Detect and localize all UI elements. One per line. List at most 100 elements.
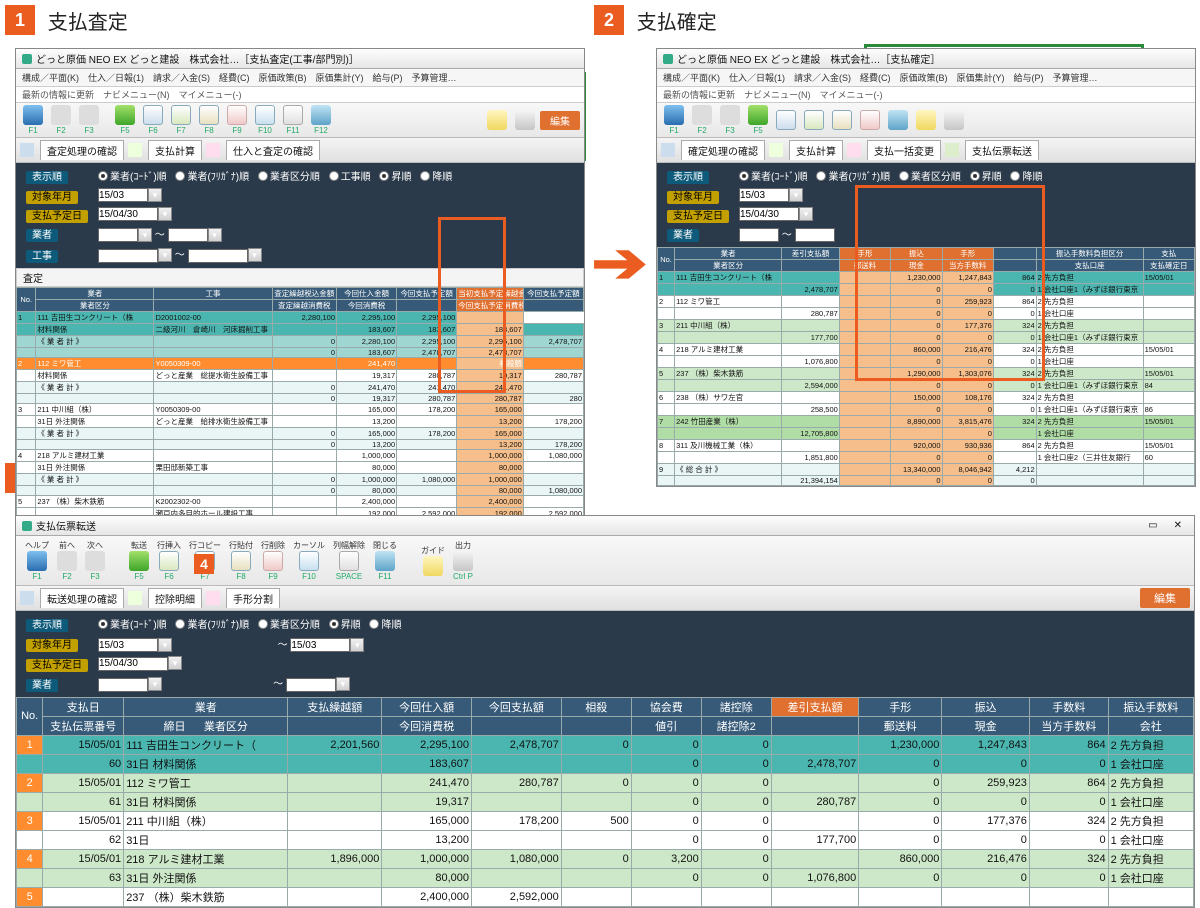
close-button[interactable]: F12 bbox=[308, 105, 334, 135]
radio-gyosha-kubun[interactable]: 業者区分順 bbox=[258, 168, 320, 183]
table-row[interactable]: 2112 ミワ管工0259,9238642 先方負担 bbox=[658, 296, 1195, 308]
yotei-input[interactable] bbox=[98, 657, 168, 671]
radio-gyosha-kana[interactable]: 業者(ﾌﾘｶﾞﾅ)順 bbox=[175, 616, 249, 631]
table-row[interactable]: 3211 中川組（株）Y0050309-00165,000178,200165,… bbox=[17, 403, 584, 415]
help-button[interactable]: F1 bbox=[20, 105, 46, 135]
radio-desc[interactable]: 降順 bbox=[369, 616, 401, 631]
row-delete-button[interactable]: 行削除F9 bbox=[258, 540, 288, 581]
radio-asc[interactable]: 昇順 bbox=[379, 168, 411, 183]
table-row[interactable]: 1111 吉田生コンクリート（株1,230,0001,247,8438642 先… bbox=[658, 272, 1195, 284]
radio-gyosha-kana[interactable]: 業者(ﾌﾘｶﾞﾅ)順 bbox=[175, 168, 249, 183]
tab-tegata-bunkatsu[interactable]: 手形分割 bbox=[226, 588, 280, 608]
gyosha-to-input[interactable] bbox=[286, 678, 336, 692]
table-row[interactable]: 《 業 者 計 》02,280,1002,295,1002,295,1002,4… bbox=[17, 335, 584, 347]
transfer-button[interactable]: 転送F5 bbox=[126, 540, 152, 581]
win3-grid[interactable]: No. 支払日業者支払繰越額今回仕入額今回支払額相殺協会費諸控除差引支払額手形振… bbox=[16, 697, 1194, 907]
table-row[interactable]: 材料関係二級河川 倉崎川 河床掘削工事183,607183,607183,607 bbox=[17, 323, 584, 335]
table-row[interactable]: 6031日 材料関係183,607002,478,7070001 会社口座 bbox=[17, 754, 1194, 773]
close-button[interactable]: 閉じるF11 bbox=[370, 540, 400, 581]
table-row[interactable]: 5237 （株）柴木鉄筋1,290,0001,303,0763242 先方負担1… bbox=[658, 368, 1195, 380]
row-insert-button[interactable]: 行挿入F6 bbox=[154, 540, 184, 581]
table-row[interactable]: 215/05/01112 ミワ管工241,470280,7870000259,9… bbox=[17, 773, 1194, 792]
table-row[interactable]: 31日 外注関係栗田邸新築工事80,00080,000 bbox=[17, 461, 584, 473]
col-reset-button[interactable]: 列幅解除SPACE bbox=[330, 540, 368, 581]
table-row[interactable]: 《 業 者 計 》0241,470241,470241,470 bbox=[17, 381, 584, 393]
table-row[interactable]: 《 業 者 計 》01,000,0001,080,0001,000,000 bbox=[17, 473, 584, 485]
table-row[interactable]: 5237 （株）柴木鉄筋K2002302-002,400,0002,400,00… bbox=[17, 495, 584, 507]
table-row[interactable]: 材料関係どっと産業 総提水衛生設備工事19,317280,78719,31728… bbox=[17, 369, 584, 381]
tab-shiharai-keisan[interactable]: 支払計算 bbox=[148, 140, 202, 160]
table-row[interactable]: 019,317280,787280,787280 bbox=[17, 393, 584, 403]
table-row[interactable]: 4218 アルミ建材工業860,000216,4763242 先方負担15/05… bbox=[658, 344, 1195, 356]
table-row[interactable]: 8311 及川機械工業（株）920,000930,9368642 先方負担15/… bbox=[658, 440, 1195, 452]
gyosha-input[interactable] bbox=[98, 228, 138, 242]
table-row[interactable]: 6131日 材料関係19,31700280,7870001 会社口座 bbox=[17, 792, 1194, 811]
row-paste-button[interactable]: 行貼付F8 bbox=[226, 540, 256, 581]
calc-button[interactable]: F5 bbox=[112, 105, 138, 135]
win1-submenu[interactable]: 最新の情報に更新 ナビメニュー(N) マイメニュー(-) bbox=[16, 87, 584, 103]
search-icon[interactable]: ▾ bbox=[158, 638, 172, 652]
table-row[interactable]: 1111 吉田生コンクリート（株D2001002-002,280,1002,29… bbox=[17, 311, 584, 323]
tab-satei-kakunin[interactable]: 査定処理の確認 bbox=[40, 140, 124, 160]
taisho-input[interactable] bbox=[98, 188, 148, 202]
table-row[interactable]: 0183,6072,478,7072,478,707 bbox=[17, 347, 584, 357]
table-row[interactable]: 21,394,154000 bbox=[658, 476, 1195, 486]
tab-kojo-meisai[interactable]: 控除明細 bbox=[148, 588, 202, 608]
search-icon[interactable]: ▾ bbox=[148, 188, 162, 202]
table-row[interactable]: 2,478,7070001 会社口座1（みずほ銀行東京 bbox=[658, 284, 1195, 296]
window-close-icon[interactable]: ✕ bbox=[1168, 520, 1188, 531]
guide-button[interactable]: ガイド bbox=[418, 545, 448, 577]
gyosha-from-input[interactable] bbox=[98, 678, 148, 692]
radio-gyosha-code[interactable]: 業者(ｺｰﾄﾞ)順 bbox=[98, 168, 167, 183]
table-row[interactable]: 6331日 外注関係80,000001,076,8000001 会社口座 bbox=[17, 868, 1194, 887]
taisho-to-input[interactable] bbox=[290, 638, 350, 652]
win2-grid[interactable]: No. 業者差引支払額手形振込手形振込手数料負担区分支払 業者区分郵送料現金当方… bbox=[657, 247, 1195, 486]
table-row[interactable]: 2,594,0000001 会社口座1（みずほ銀行東京84 bbox=[658, 380, 1195, 392]
yotei-input[interactable] bbox=[98, 207, 158, 221]
radio-gyosha-code[interactable]: 業者(ｺｰﾄﾞ)順 bbox=[98, 616, 167, 631]
next-button[interactable]: 次へF3 bbox=[82, 540, 108, 581]
table-row[interactable]: 9《 総 合 計 》13,340,0008,046,9424,212 bbox=[658, 464, 1195, 476]
radio-koji[interactable]: 工事順 bbox=[329, 168, 371, 183]
table-row[interactable]: 280,7870001 会社口座 bbox=[658, 308, 1195, 320]
win1-grid[interactable]: No. 業者工事査定繰越税込金額今回仕入金額今回支払予定額当初支払予定繰越金額今… bbox=[16, 287, 584, 520]
radio-gyosha-kubun[interactable]: 業者区分順 bbox=[258, 616, 320, 631]
table-row[interactable]: 177,7000001 会社口座1（みずほ銀行東京 bbox=[658, 332, 1195, 344]
radio-desc[interactable]: 降順 bbox=[420, 168, 452, 183]
win1-menu[interactable]: 構成／平面(K) 仕入／日報(1) 請求／入金(S) 経費(C) 原価政策(B)… bbox=[16, 69, 584, 87]
table-row[interactable]: 31日 外注関係どっと産業 給排水衛生設備工事13,20013,200178,2… bbox=[17, 415, 584, 427]
table-row[interactable]: 2112 ミワ管工Y0050309-00241,470相殺額 bbox=[17, 357, 584, 369]
win3-toolbar: ヘルプF1 前へF2 次へF3 転送F5 行挿入F6 行コピーF7 行貼付F8 … bbox=[16, 536, 1194, 586]
output-button[interactable]: 出力Ctrl P bbox=[450, 540, 476, 581]
table-row[interactable]: 12,705,80001 会社口座 bbox=[658, 428, 1195, 440]
win2-titlebar: どっと原価 NEO EX どっと建設 株式会社…［支払確定］ bbox=[657, 49, 1195, 69]
table-row[interactable]: 3211 中川組（株）0177,3763242 先方負担 bbox=[658, 320, 1195, 332]
tab-tenso-kakunin[interactable]: 転送処理の確認 bbox=[40, 588, 124, 608]
koji-input[interactable] bbox=[98, 249, 158, 263]
table-row[interactable]: 1,076,8000001 会社口座 bbox=[658, 356, 1195, 368]
table-row[interactable]: 013,20013,200178,200 bbox=[17, 439, 584, 449]
table-row[interactable]: 415/05/01218 アルミ建材工業1,896,0001,000,0001,… bbox=[17, 849, 1194, 868]
prev-button[interactable]: F2 bbox=[48, 105, 74, 135]
table-row[interactable]: 《 業 者 計 》0165,000178,200165,000 bbox=[17, 427, 584, 439]
table-row[interactable]: 5237 （株）柴木鉄筋2,400,0002,592,000 bbox=[17, 887, 1194, 906]
radio-asc[interactable]: 昇順 bbox=[329, 616, 361, 631]
table-row[interactable]: 315/05/01211 中川組（株）165,000178,2005000001… bbox=[17, 811, 1194, 830]
step1-num: 1 bbox=[5, 5, 35, 35]
prev-button[interactable]: 前へF2 bbox=[54, 540, 80, 581]
table-row[interactable]: 6231日13,20000177,7000001 会社口座 bbox=[17, 830, 1194, 849]
tab-shiire-satei[interactable]: 仕入と査定の確認 bbox=[226, 140, 320, 160]
table-row[interactable]: 7242 竹田産業（株）8,890,0003,815,4763242 先方負担1… bbox=[658, 416, 1195, 428]
step1-title: 支払査定 bbox=[48, 12, 128, 34]
table-row[interactable]: 080,00080,0001,080,000 bbox=[17, 485, 584, 495]
table-row[interactable]: 6238 （株）サワ左官150,000108,1763242 先方負担 bbox=[658, 392, 1195, 404]
table-row[interactable]: 115/05/01111 吉田生コンクリート（2,201,5602,295,10… bbox=[17, 735, 1194, 754]
next-button[interactable]: F3 bbox=[76, 105, 102, 135]
help-button[interactable]: ヘルプF1 bbox=[22, 540, 52, 581]
table-row[interactable]: 1,851,800001 会社口座2（三井住友銀行60 bbox=[658, 452, 1195, 464]
table-row[interactable]: 258,5000001 会社口座1（みずほ銀行東京86 bbox=[658, 404, 1195, 416]
cursor-button[interactable]: カーソルF10 bbox=[290, 540, 328, 581]
window-restore-icon[interactable]: ▭ bbox=[1142, 520, 1163, 531]
taisho-from-input[interactable] bbox=[98, 638, 158, 652]
table-row[interactable]: 4218 アルミ建材工業1,000,0001,000,0001,080,000 bbox=[17, 449, 584, 461]
